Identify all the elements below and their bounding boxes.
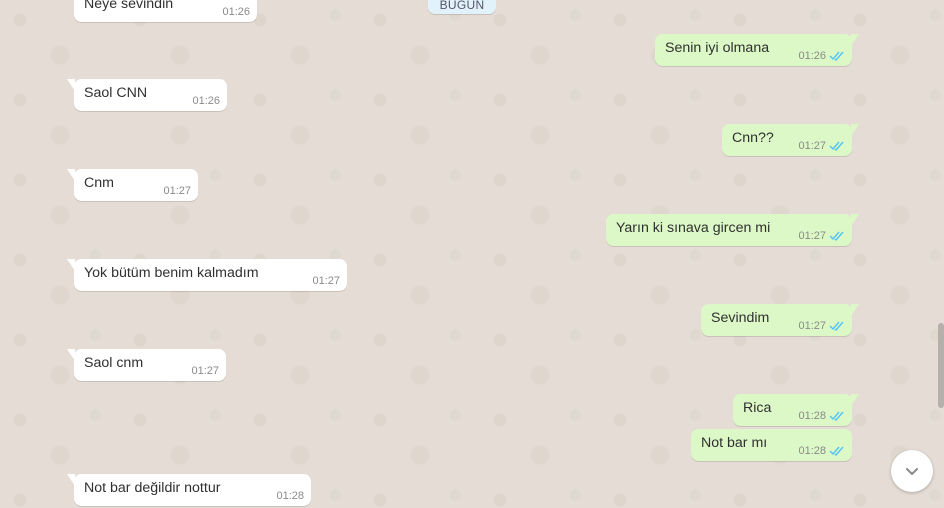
incoming-message[interactable]: Cnm 01:27 <box>67 169 198 201</box>
outgoing-message[interactable]: Not bar mı 01:28 <box>691 429 852 461</box>
message-list[interactable]: BUGÜN Neye sevindin 01:26 Saol CNN 01:26… <box>0 0 944 508</box>
chevron-down-icon <box>906 468 918 475</box>
outgoing-message[interactable]: Rica 01:28 <box>733 394 859 426</box>
message-text: Cnm <box>84 175 114 191</box>
incoming-message[interactable]: Not bar değildir nottur 01:28 <box>67 474 311 506</box>
outgoing-message[interactable]: Sevindim 01:27 <box>701 304 859 336</box>
double-check-icon <box>829 141 844 151</box>
message-text: Saol cnm <box>84 355 144 371</box>
double-check-icon <box>829 411 844 421</box>
message-time: 01:27 <box>798 320 826 332</box>
message-text: Sevindim <box>711 310 770 326</box>
incoming-message[interactable]: Neye sevindin 01:26 <box>67 0 257 22</box>
message-text: Cnn?? <box>732 130 774 146</box>
message-time: 01:27 <box>798 140 826 152</box>
scroll-down-button[interactable] <box>891 450 933 492</box>
date-divider: BUGÜN <box>428 0 496 14</box>
message-time: 01:26 <box>798 50 826 62</box>
message-time: 01:28 <box>798 445 826 457</box>
double-check-icon <box>829 51 844 61</box>
incoming-message[interactable]: Saol CNN 01:26 <box>67 79 227 111</box>
message-time: 01:27 <box>191 365 219 377</box>
message-text: Yarın ki sınava gircen mi <box>616 220 771 236</box>
outgoing-message[interactable]: Senin iyi olmana 01:26 <box>655 34 859 66</box>
message-text: Yok bütüm benim kalmadım <box>84 265 259 281</box>
outgoing-message[interactable]: Yarın ki sınava gircen mi 01:27 <box>606 214 859 246</box>
message-text: Saol CNN <box>84 85 148 101</box>
message-time: 01:27 <box>163 185 191 197</box>
outgoing-message[interactable]: Cnn?? 01:27 <box>722 124 859 156</box>
message-text: Not bar mı <box>701 435 768 451</box>
message-time: 01:26 <box>192 95 220 107</box>
message-time: 01:27 <box>798 230 826 242</box>
double-check-icon <box>829 321 844 331</box>
message-time: 01:27 <box>312 275 340 287</box>
incoming-message[interactable]: Saol cnm 01:27 <box>67 349 226 381</box>
message-time: 01:28 <box>276 490 304 502</box>
message-text: Not bar değildir nottur <box>84 480 221 496</box>
message-time: 01:26 <box>222 6 250 18</box>
message-time: 01:28 <box>798 410 826 422</box>
double-check-icon <box>829 446 844 456</box>
message-text: Neye sevindin <box>84 0 174 12</box>
incoming-message[interactable]: Yok bütüm benim kalmadım 01:27 <box>67 259 347 291</box>
message-text: Rica <box>743 400 772 416</box>
double-check-icon <box>829 231 844 241</box>
scrollbar-thumb[interactable] <box>938 323 944 408</box>
message-text: Senin iyi olmana <box>665 40 770 56</box>
